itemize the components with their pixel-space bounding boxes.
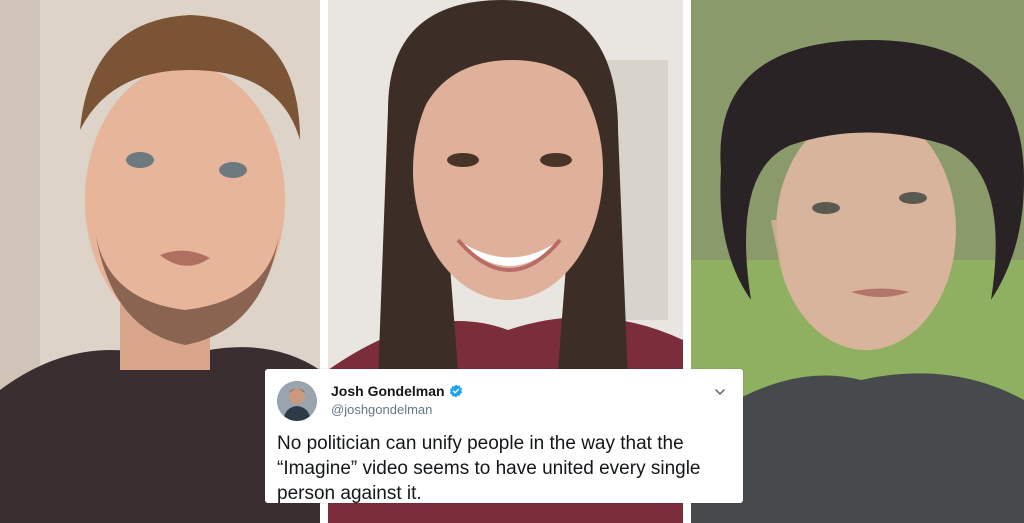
chevron-down-icon[interactable] xyxy=(713,385,727,399)
avatar[interactable] xyxy=(277,381,317,421)
tweet-header: Josh Gondelman @joshgondelman xyxy=(277,379,729,425)
verified-badge-icon xyxy=(449,384,463,398)
author-handle[interactable]: @joshgondelman xyxy=(331,402,463,417)
tweet-author: Josh Gondelman @joshgondelman xyxy=(331,383,463,417)
avatar-image xyxy=(277,381,317,421)
tweet-name-row: Josh Gondelman xyxy=(331,383,463,399)
tweet-text: No politician can unify people in the wa… xyxy=(277,433,701,504)
author-name[interactable]: Josh Gondelman xyxy=(331,383,445,399)
tweet-card[interactable]: Josh Gondelman @joshgondelman No politic… xyxy=(265,369,743,504)
